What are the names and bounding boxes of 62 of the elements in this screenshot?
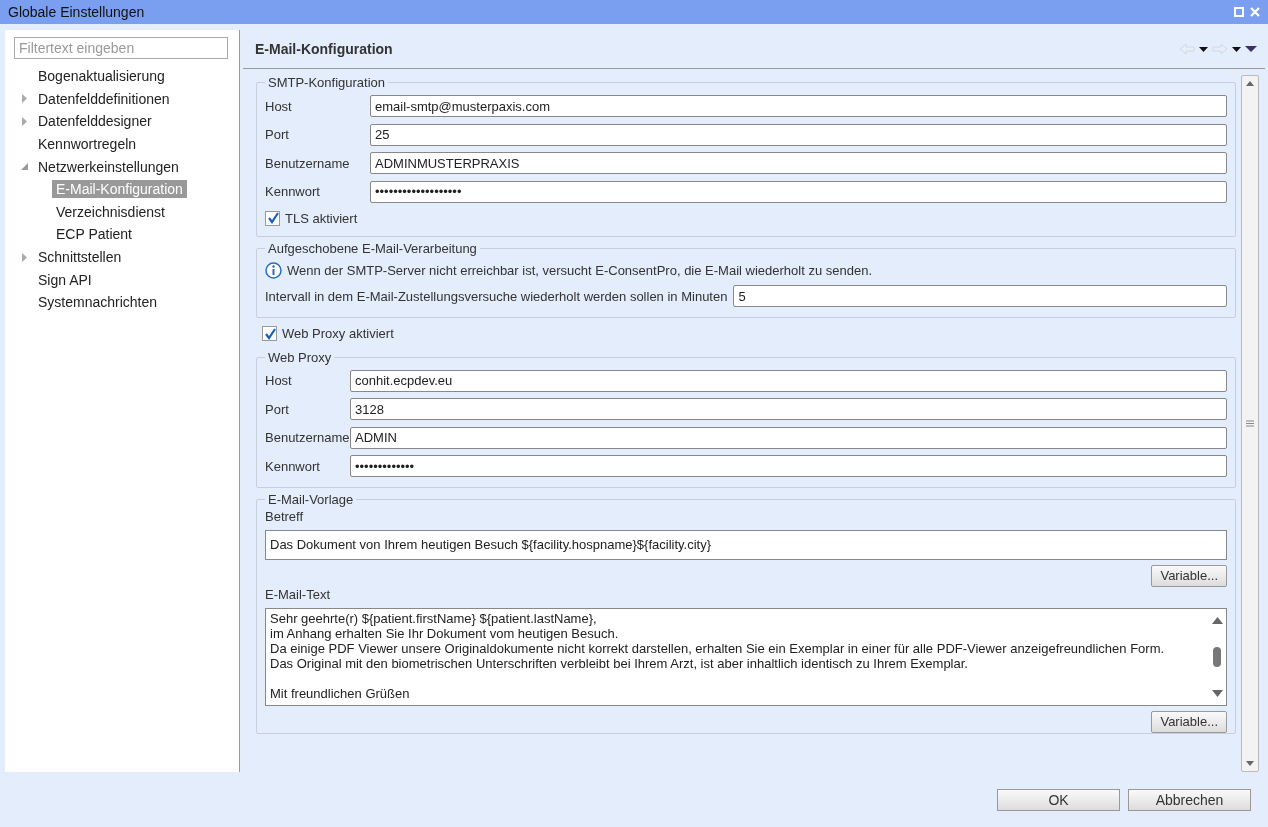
checkbox[interactable] (262, 326, 277, 341)
tree-item[interactable]: Sign API (34, 270, 96, 289)
dialog-button[interactable]: OK (997, 788, 1120, 811)
field-label: Host (265, 373, 293, 389)
input-field[interactable]: ADMIN (350, 426, 1227, 449)
field-label: Intervall in dem E-Mail-Zustellungsversuche wiederholt werden sollen in Minuten (265, 288, 728, 304)
checkbox[interactable] (265, 210, 280, 226)
field-label: Betreff (265, 508, 305, 524)
field-label: Port (265, 127, 290, 143)
tree-item[interactable]: Bogenaktualisierung (34, 67, 169, 86)
input-field[interactable]: 5 (733, 285, 1227, 308)
field-label: E-Mail-Text (265, 586, 331, 602)
scroll-up-icon[interactable] (1211, 616, 1223, 624)
collapse-icon[interactable] (20, 163, 28, 171)
view-menu-icon[interactable] (1245, 46, 1257, 52)
tree-item[interactable]: Kennwortregeln (34, 135, 141, 154)
tree-item[interactable]: Schnittstellen (34, 248, 126, 267)
filter-field[interactable]: Filtertext eingeben (14, 37, 228, 59)
tree-item[interactable]: Netzwerkeinstellungen (34, 157, 183, 176)
dropdown-icon[interactable] (1199, 46, 1208, 52)
scroll-thumb-icon[interactable] (1213, 646, 1221, 667)
input-field[interactable]: ADMINMUSTERPRAXIS (370, 152, 1227, 175)
subject-field[interactable]: Das Dokument von Ihrem heutigen Besuch ${facility.hospname}${facility.city} (265, 529, 1227, 560)
tree-item[interactable]: Systemnachrichten (34, 293, 162, 312)
maximize-icon[interactable] (1234, 7, 1244, 17)
tree-item[interactable]: ECP Patient (52, 225, 136, 244)
group-title: E-Mail-Vorlage (267, 491, 355, 507)
input-field[interactable]: conhit.ecpdev.eu (350, 369, 1227, 392)
info-icon (265, 261, 282, 279)
tree-item[interactable]: Datenfelddefinitionen (34, 89, 174, 108)
field-label: Kennwort (265, 184, 321, 200)
group-title: Aufgeschobene E-Mail-Verarbeitung (267, 241, 478, 256)
input-field[interactable]: ••••••••••••• (350, 455, 1227, 478)
input-field[interactable]: email-smtp@musterpaxis.com (370, 95, 1227, 118)
info-text: Wenn der SMTP-Server nicht erreichbar ist, versucht E-ConsentPro, die E-Mail wiederholt zu senden. (287, 262, 872, 278)
group-title: SMTP-Konfiguration (267, 75, 387, 90)
close-icon[interactable] (1250, 7, 1260, 17)
checkbox-label: Web Proxy aktiviert (282, 326, 394, 341)
field-label: Benutzername (265, 430, 350, 446)
group-title: Web Proxy (267, 349, 333, 365)
window-title: Globale Einstellungen (8, 4, 145, 20)
field-label: Benutzername (265, 155, 351, 171)
page-title: E-Mail-Konfiguration (255, 41, 393, 57)
body-field[interactable]: Sehr geehrte(r) ${patient.firstName} ${patient.lastName}, im Anhang erhalten Sie Ihr Dokument vom heutigen Besuch. Da einige PDF Viewer unsere Originaldokumente nicht korrekt darstellen, erhalten Sie ein Exemplar in einer für alle PDF-Viewer anzeigefreundlichen Form. Das Original mit den biometrischen Unterschriften verbleibt bei Ihrem Arzt, ist aber inhaltlich identisch zu Ihrem Exemplar. Mit freundlichen Grüßen (265, 607, 1227, 706)
input-field[interactable]: 25 (370, 123, 1227, 146)
field-label: Host (265, 98, 293, 114)
tree-item[interactable]: Datenfelddesigner (34, 112, 156, 131)
scroll-down-icon[interactable] (1211, 689, 1223, 697)
checkbox-label: TLS aktiviert (285, 210, 358, 226)
dropdown-icon[interactable] (1232, 46, 1241, 52)
expand-icon[interactable] (21, 252, 27, 262)
expand-icon[interactable] (21, 117, 27, 126)
variable-button[interactable]: Variable... (1151, 710, 1227, 733)
field-label: Port (265, 401, 290, 417)
tree-item[interactable]: Verzeichnisdienst (52, 202, 169, 221)
variable-button[interactable]: Variable... (1151, 564, 1227, 587)
scroll-grip-icon[interactable] (1246, 420, 1254, 427)
dialog-button[interactable]: Abbrechen (1128, 788, 1251, 811)
expand-icon[interactable] (21, 94, 27, 104)
input-field[interactable]: ••••••••••••••••••• (370, 180, 1227, 203)
input-field[interactable]: 3128 (350, 398, 1227, 421)
field-label: Kennwort (265, 458, 321, 474)
